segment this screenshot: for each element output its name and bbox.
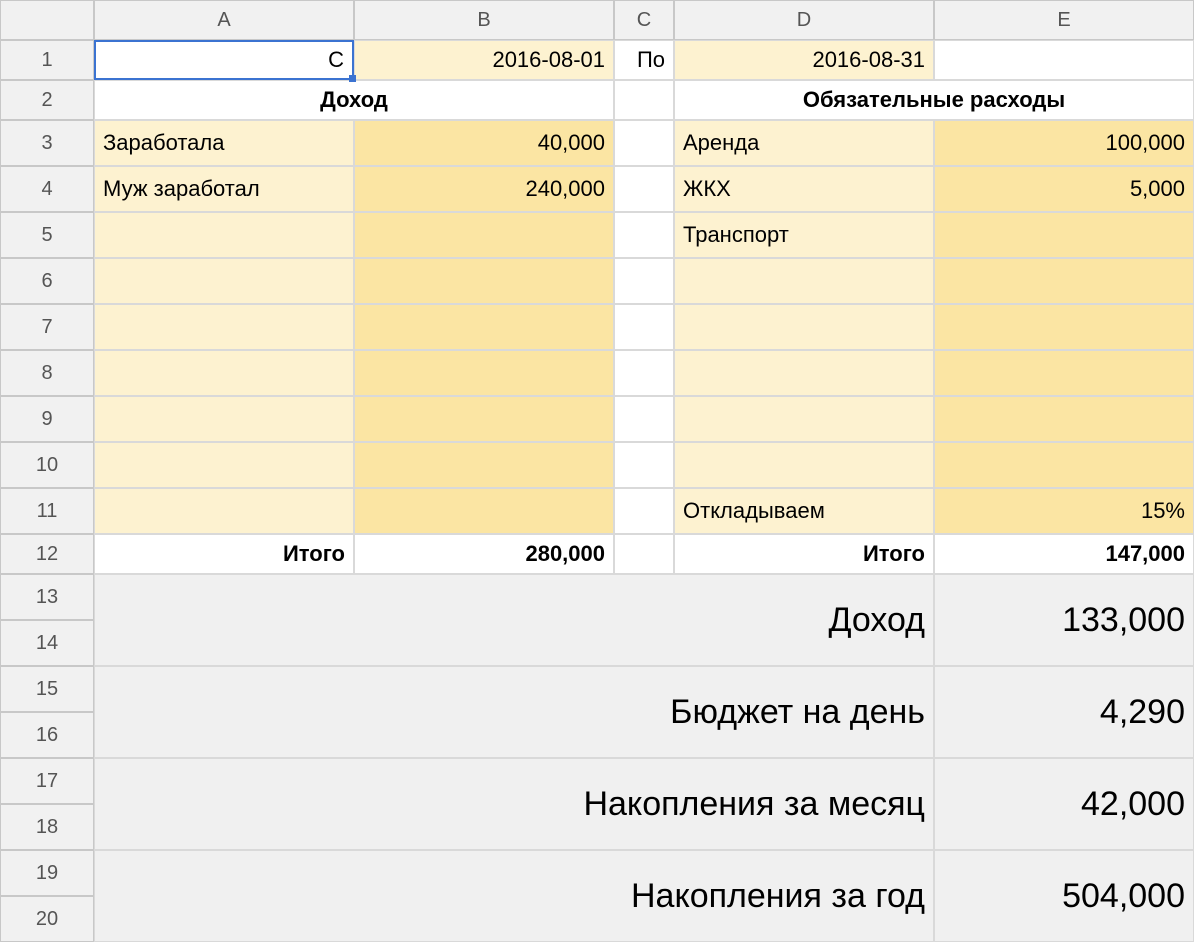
summary-income-value[interactable]: 133,000 (934, 574, 1194, 666)
cell-B6[interactable] (354, 258, 614, 304)
row-header-14[interactable]: 14 (0, 620, 94, 666)
row-header-9[interactable]: 9 (0, 396, 94, 442)
cell-B7[interactable] (354, 304, 614, 350)
row-header-18[interactable]: 18 (0, 804, 94, 850)
row-header-7[interactable]: 7 (0, 304, 94, 350)
expense-header[interactable]: Обязательные расходы (674, 80, 1194, 120)
cell-C4[interactable] (614, 166, 674, 212)
cell-A5[interactable] (94, 212, 354, 258)
cell-E5[interactable] (934, 212, 1194, 258)
cell-E3[interactable]: 100,000 (934, 120, 1194, 166)
col-header-E[interactable]: E (934, 0, 1194, 40)
cell-B10[interactable] (354, 442, 614, 488)
cell-E10[interactable] (934, 442, 1194, 488)
cell-C11[interactable] (614, 488, 674, 534)
summary-save-month-value[interactable]: 42,000 (934, 758, 1194, 850)
cell-B8[interactable] (354, 350, 614, 396)
cell-C5[interactable] (614, 212, 674, 258)
cell-E8[interactable] (934, 350, 1194, 396)
row-header-6[interactable]: 6 (0, 258, 94, 304)
cell-E11[interactable]: 15% (934, 488, 1194, 534)
cell-C9[interactable] (614, 396, 674, 442)
cell-D7[interactable] (674, 304, 934, 350)
cell-E1[interactable] (934, 40, 1194, 80)
row-header-3[interactable]: 3 (0, 120, 94, 166)
row-header-8[interactable]: 8 (0, 350, 94, 396)
summary-daily-label[interactable]: Бюджет на день (94, 666, 934, 758)
row-header-2[interactable]: 2 (0, 80, 94, 120)
cell-E12[interactable]: 147,000 (934, 534, 1194, 574)
cell-B4[interactable]: 240,000 (354, 166, 614, 212)
col-header-C[interactable]: C (614, 0, 674, 40)
row-header-10[interactable]: 10 (0, 442, 94, 488)
cell-A3[interactable]: Заработала (94, 120, 354, 166)
cell-C10[interactable] (614, 442, 674, 488)
income-header[interactable]: Доход (94, 80, 614, 120)
row-header-17[interactable]: 17 (0, 758, 94, 804)
cell-C8[interactable] (614, 350, 674, 396)
summary-income-label[interactable]: Доход (94, 574, 934, 666)
cell-A4[interactable]: Муж заработал (94, 166, 354, 212)
cell-B5[interactable] (354, 212, 614, 258)
cell-D12[interactable]: Итого (674, 534, 934, 574)
cell-C6[interactable] (614, 258, 674, 304)
cell-B3[interactable]: 40,000 (354, 120, 614, 166)
cell-A7[interactable] (94, 304, 354, 350)
cell-D8[interactable] (674, 350, 934, 396)
corner-cell (0, 0, 94, 40)
cell-A6[interactable] (94, 258, 354, 304)
col-header-A[interactable]: A (94, 0, 354, 40)
cell-A9[interactable] (94, 396, 354, 442)
cell-E7[interactable] (934, 304, 1194, 350)
row-header-19[interactable]: 19 (0, 850, 94, 896)
cell-A1[interactable]: С (94, 40, 354, 80)
row-header-4[interactable]: 4 (0, 166, 94, 212)
cell-C1[interactable]: По (614, 40, 674, 80)
cell-B12[interactable]: 280,000 (354, 534, 614, 574)
cell-D11[interactable]: Откладываем (674, 488, 934, 534)
cell-D10[interactable] (674, 442, 934, 488)
cell-B9[interactable] (354, 396, 614, 442)
cell-A12[interactable]: Итого (94, 534, 354, 574)
cell-E9[interactable] (934, 396, 1194, 442)
summary-save-year-value[interactable]: 504,000 (934, 850, 1194, 942)
cell-A8[interactable] (94, 350, 354, 396)
cell-C12[interactable] (614, 534, 674, 574)
spreadsheet-grid[interactable]: A B C D E 1 С 2016-08-01 По 2016-08-31 2… (0, 0, 1200, 942)
cell-D3[interactable]: Аренда (674, 120, 934, 166)
cell-D9[interactable] (674, 396, 934, 442)
summary-save-year-label[interactable]: Накопления за год (94, 850, 934, 942)
cell-A11[interactable] (94, 488, 354, 534)
summary-save-month-label[interactable]: Накопления за месяц (94, 758, 934, 850)
row-header-5[interactable]: 5 (0, 212, 94, 258)
cell-D5[interactable]: Транспорт (674, 212, 934, 258)
cell-C3[interactable] (614, 120, 674, 166)
summary-daily-value[interactable]: 4,290 (934, 666, 1194, 758)
cell-E6[interactable] (934, 258, 1194, 304)
row-header-16[interactable]: 16 (0, 712, 94, 758)
row-header-20[interactable]: 20 (0, 896, 94, 942)
col-header-B[interactable]: B (354, 0, 614, 40)
row-header-15[interactable]: 15 (0, 666, 94, 712)
col-header-D[interactable]: D (674, 0, 934, 40)
cell-B11[interactable] (354, 488, 614, 534)
cell-D1[interactable]: 2016-08-31 (674, 40, 934, 80)
row-header-13[interactable]: 13 (0, 574, 94, 620)
row-header-11[interactable]: 11 (0, 488, 94, 534)
cell-C2[interactable] (614, 80, 674, 120)
cell-A10[interactable] (94, 442, 354, 488)
row-header-1[interactable]: 1 (0, 40, 94, 80)
cell-D6[interactable] (674, 258, 934, 304)
cell-E4[interactable]: 5,000 (934, 166, 1194, 212)
cell-C7[interactable] (614, 304, 674, 350)
cell-B1[interactable]: 2016-08-01 (354, 40, 614, 80)
row-header-12[interactable]: 12 (0, 534, 94, 574)
cell-D4[interactable]: ЖКХ (674, 166, 934, 212)
